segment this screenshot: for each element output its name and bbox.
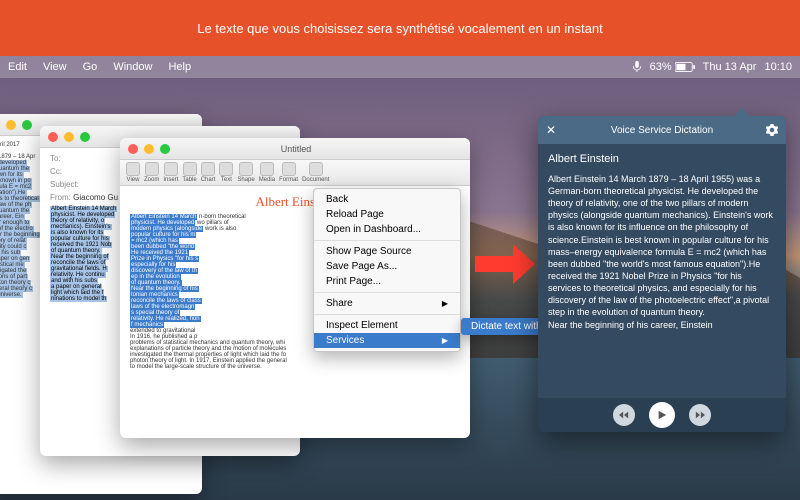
close-icon[interactable] [48,132,58,142]
titlebar[interactable]: Untitled [120,138,470,160]
minimize-icon[interactable] [6,120,16,130]
context-menu[interactable]: Back Reload Page Open in Dashboard... Sh… [313,188,461,352]
menu-save-as[interactable]: Save Page As... [314,259,460,274]
menu-inspect[interactable]: Inspect Element [314,318,460,333]
menu-services[interactable]: Services▶ [314,333,460,348]
minimize-icon[interactable] [144,144,154,154]
maximize-icon[interactable] [160,144,170,154]
menubar-time[interactable]: 10:10 [764,61,792,73]
menu-view[interactable]: View [43,61,67,73]
menubar-date[interactable]: Thu 13 Apr [703,61,757,73]
popover-header: ✕ Voice Service Dictation [538,116,786,144]
popover-heading: Albert Einstein [548,152,776,167]
menu-edit[interactable]: Edit [8,61,27,73]
gear-icon[interactable] [766,124,778,136]
doc-line: to model the large-scale structure of th… [130,364,460,370]
menu-show-source[interactable]: Show Page Source [314,244,460,259]
close-icon[interactable]: ✕ [546,123,556,137]
playback-controls [538,398,786,432]
toolbar-insert[interactable]: Insert [163,162,178,183]
arrow-icon [475,244,535,284]
menu-back[interactable]: Back [314,192,460,207]
desktop: Edit View Go Window Help 63% Thu 13 Apr … [0,56,800,500]
menu-share[interactable]: Share▶ [314,296,460,311]
menu-go[interactable]: Go [83,61,98,73]
toolbar-shape[interactable]: Shape [237,162,254,183]
menu-dashboard[interactable]: Open in Dashboard... [314,222,460,237]
toolbar-media[interactable]: Media [259,162,275,183]
separator [314,240,460,241]
popover-text: Albert Einstein 14 March 1879 – 18 April… [548,173,776,331]
toolbar-text[interactable]: Text [219,162,233,183]
promo-banner: Le texte que vous choisissez sera synthé… [0,0,800,56]
separator [314,292,460,293]
minimize-icon[interactable] [64,132,74,142]
popover-body: Albert Einstein Albert Einstein 14 March… [538,144,786,398]
toolbar-format[interactable]: Format [279,162,298,183]
menubar: Edit View Go Window Help 63% Thu 13 Apr … [0,56,800,78]
battery-icon [675,62,695,72]
microphone-icon[interactable] [632,61,642,73]
popover-title: Voice Service Dictation [611,125,713,136]
chevron-right-icon: ▶ [442,299,448,308]
menu-window[interactable]: Window [113,61,152,73]
chevron-right-icon: ▶ [442,336,448,345]
maximize-icon[interactable] [22,120,32,130]
close-icon[interactable] [128,144,138,154]
window-title: Untitled [176,144,416,154]
menu-print[interactable]: Print Page... [314,274,460,289]
maximize-icon[interactable] [80,132,90,142]
toolbar-chart[interactable]: Chart [201,162,216,183]
toolbar-zoom[interactable]: Zoom [144,162,159,183]
menu-reload[interactable]: Reload Page [314,207,460,222]
voice-dictation-popover[interactable]: ✕ Voice Service Dictation Albert Einstei… [538,116,786,432]
battery-status[interactable]: 63% [650,61,695,73]
toolbar-table[interactable]: Table [182,162,196,183]
play-button[interactable] [649,402,675,428]
menu-help[interactable]: Help [168,61,191,73]
separator [314,314,460,315]
rewind-button[interactable] [613,404,635,426]
forward-button[interactable] [689,404,711,426]
toolbar-view[interactable]: View [126,162,140,183]
battery-percent: 63% [650,61,672,73]
toolbar-document[interactable]: Document [302,162,329,183]
toolbar: View Zoom Insert Table ChartText Shape MediaFo… [120,160,470,186]
